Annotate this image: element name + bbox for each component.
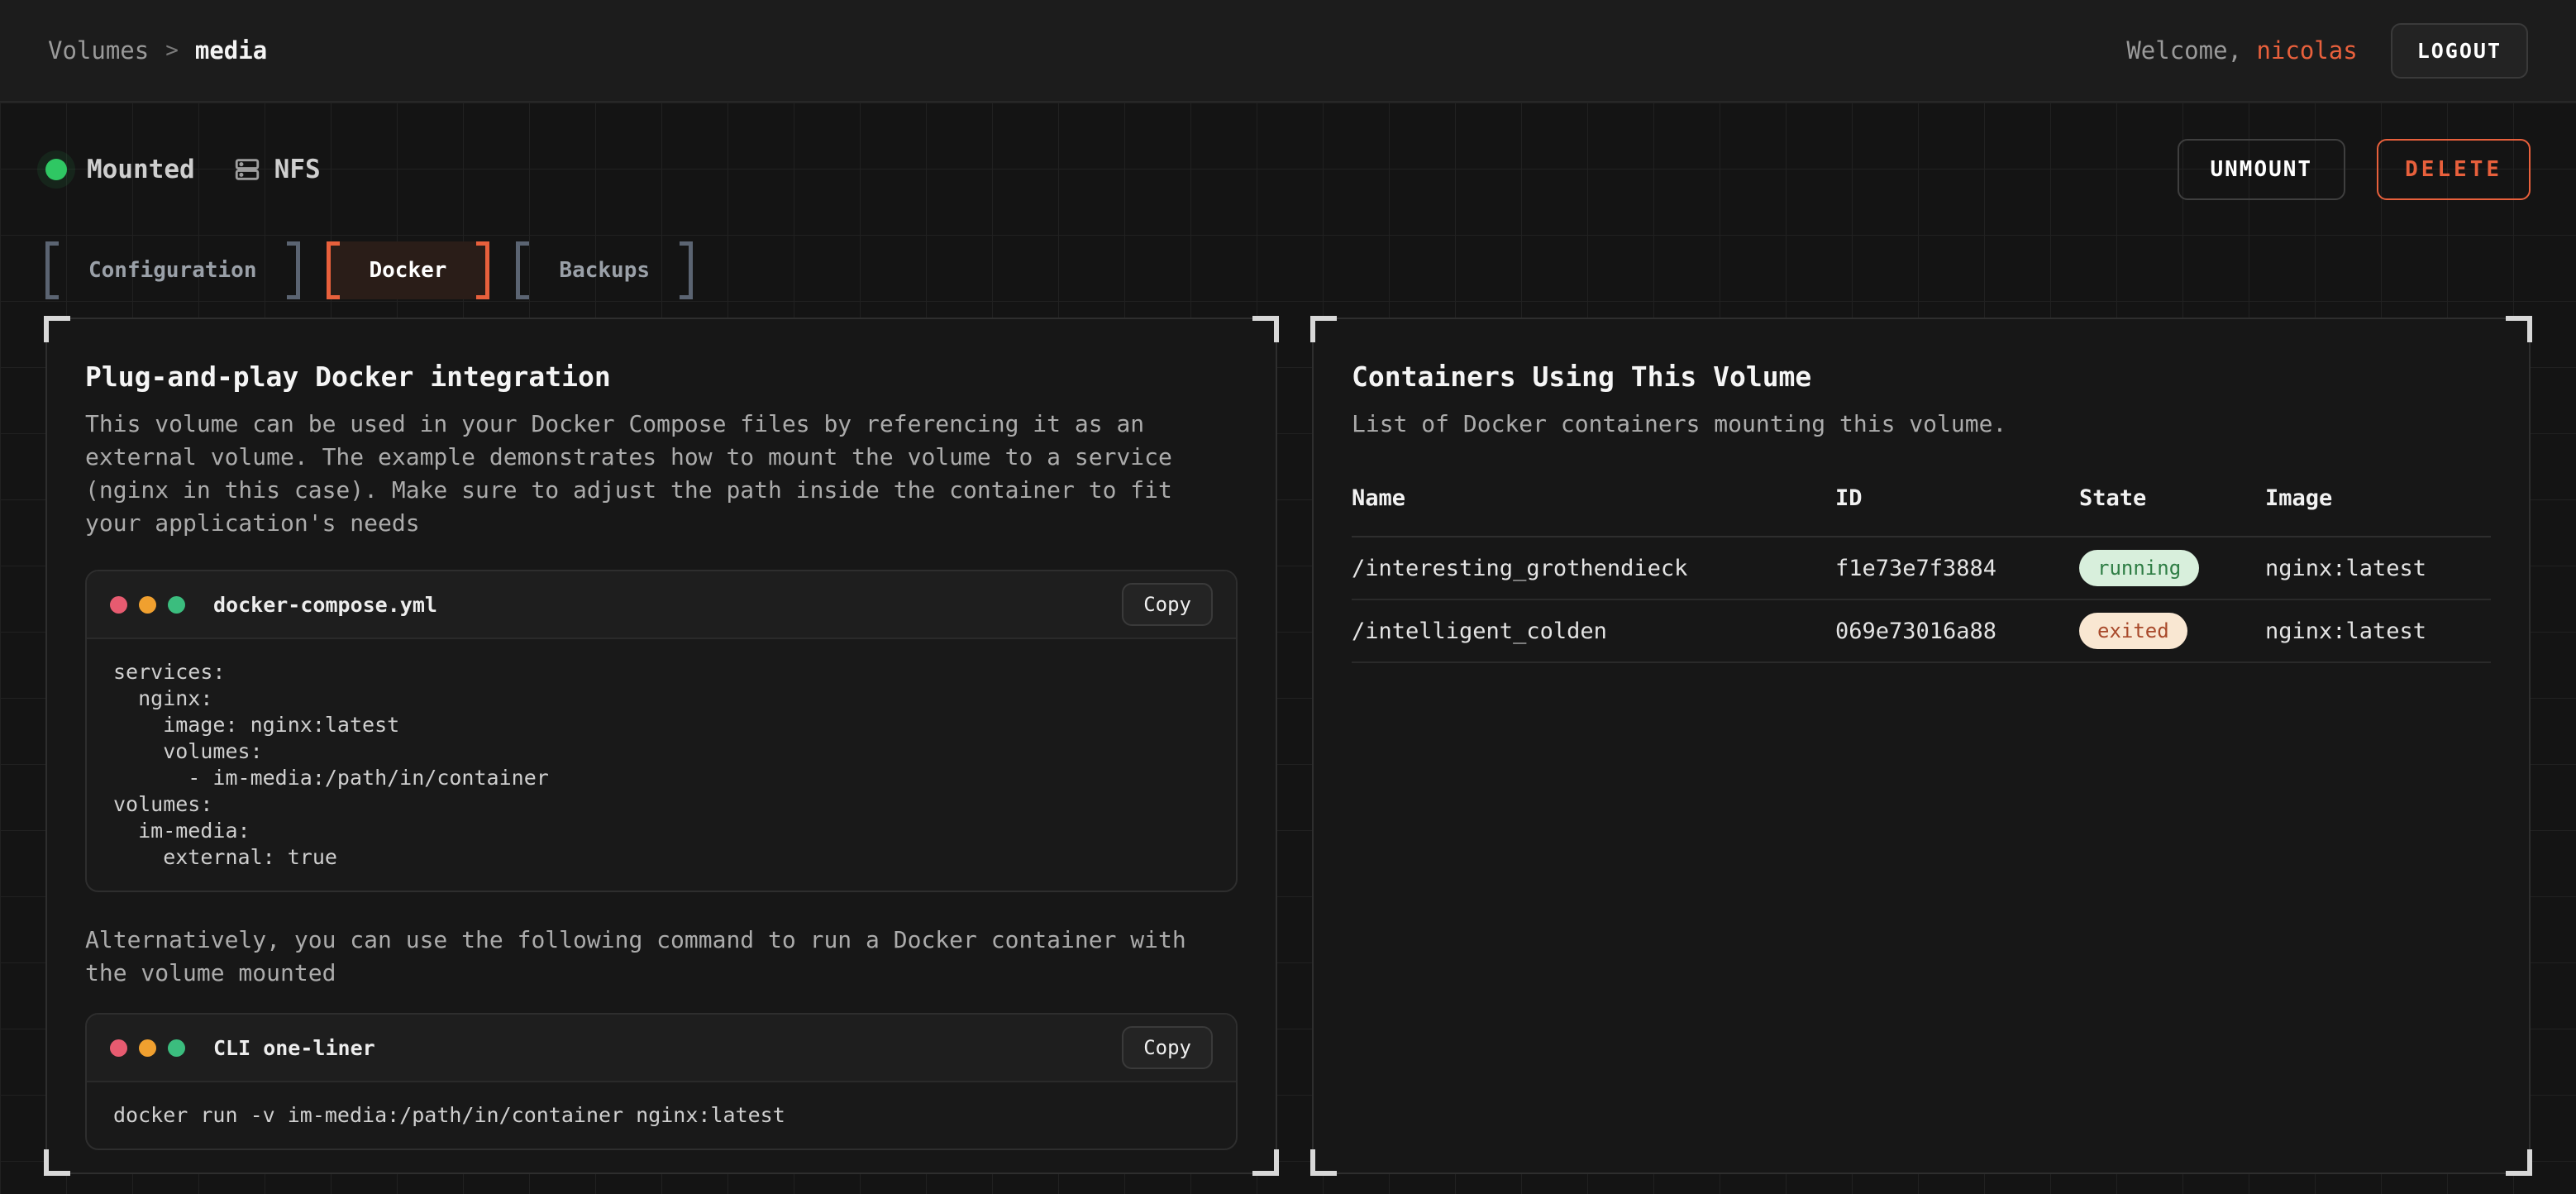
delete-button[interactable]: DELETE — [2377, 139, 2531, 200]
container-id: 069e73016a88 — [1835, 618, 2079, 644]
topbar-right: Welcome, nicolas LOGOUT — [2126, 23, 2528, 79]
table-row: /interesting_grothendieck f1e73e7f3884 r… — [1352, 537, 2491, 600]
username: nicolas — [2256, 36, 2357, 64]
corner-bracket-icon — [1252, 316, 1279, 342]
containers-panel-subtitle: List of Docker containers mounting this … — [1352, 408, 2459, 441]
cli-intro-text: Alternatively, you can use the following… — [85, 924, 1193, 990]
container-id: f1e73e7f3884 — [1835, 556, 2079, 581]
breadcrumb-volumes-link[interactable]: Volumes — [48, 36, 149, 64]
window-dot-green-icon — [168, 1039, 185, 1057]
container-state: running — [2079, 550, 2265, 586]
container-image: nginx:latest — [2265, 618, 2491, 644]
mounted-status-label: Mounted — [87, 155, 195, 184]
compose-filename: docker-compose.yml — [213, 593, 437, 617]
bracket-left-icon — [516, 241, 529, 299]
window-dot-green-icon — [168, 596, 185, 614]
cli-code-content: docker run -v im-media:/path/in/containe… — [87, 1082, 1236, 1149]
cli-code-header: CLI one-liner Copy — [87, 1015, 1236, 1082]
compose-code-block: docker-compose.yml Copy services: nginx:… — [85, 570, 1238, 892]
breadcrumb-current-volume: media — [195, 36, 267, 64]
corner-bracket-icon — [44, 1149, 70, 1176]
containers-panel-title: Containers Using This Volume — [1352, 361, 2491, 393]
container-name: /interesting_grothendieck — [1352, 556, 1835, 581]
logout-button[interactable]: LOGOUT — [2391, 23, 2528, 79]
table-row: /intelligent_colden 069e73016a88 exited … — [1352, 600, 2491, 663]
window-dot-red-icon — [110, 1039, 127, 1057]
welcome-prefix: Welcome, — [2126, 36, 2256, 64]
top-bar: Volumes > media Welcome, nicolas LOGOUT — [0, 0, 2576, 103]
container-state: exited — [2079, 613, 2265, 649]
server-icon — [233, 155, 261, 184]
tab-configuration-label: Configuration — [59, 241, 287, 299]
window-dot-amber-icon — [139, 596, 156, 614]
corner-bracket-icon — [2506, 316, 2532, 342]
compose-code-header: docker-compose.yml Copy — [87, 571, 1236, 639]
tab-docker[interactable]: Docker — [327, 241, 490, 299]
panels-row: Plug-and-play Docker integration This vo… — [45, 318, 2531, 1174]
docker-panel-title: Plug-and-play Docker integration — [85, 361, 1238, 393]
tab-bar: Configuration Docker Backups — [45, 241, 2531, 299]
container-name: /intelligent_colden — [1352, 618, 1835, 644]
mounted-status-dot-icon — [45, 159, 67, 180]
unmount-button[interactable]: UNMOUNT — [2178, 139, 2346, 200]
tab-configuration[interactable]: Configuration — [45, 241, 300, 299]
welcome-message: Welcome, nicolas — [2126, 36, 2357, 64]
window-dot-red-icon — [110, 596, 127, 614]
tab-backups-label: Backups — [529, 241, 680, 299]
window-dots — [110, 596, 185, 614]
column-header-state: State — [2079, 485, 2265, 511]
container-image: nginx:latest — [2265, 556, 2491, 581]
compose-copy-button[interactable]: Copy — [1122, 583, 1213, 626]
tab-backups[interactable]: Backups — [516, 241, 693, 299]
status-badge-exited: exited — [2079, 613, 2187, 649]
column-header-name: Name — [1352, 485, 1835, 511]
corner-bracket-icon — [1310, 316, 1337, 342]
breadcrumb: Volumes > media — [48, 36, 267, 64]
bracket-right-icon — [476, 241, 489, 299]
main-content: Mounted NFS UNMOUNT DELETE Configuration… — [0, 141, 2576, 1174]
docker-integration-panel: Plug-and-play Docker integration This vo… — [45, 318, 1277, 1174]
window-dots — [110, 1039, 185, 1057]
cli-copy-button[interactable]: Copy — [1122, 1026, 1213, 1069]
action-buttons: UNMOUNT DELETE — [2178, 139, 2531, 200]
corner-bracket-icon — [44, 316, 70, 342]
bracket-right-icon — [287, 241, 300, 299]
bracket-left-icon — [327, 241, 340, 299]
tab-docker-label: Docker — [340, 241, 477, 299]
corner-bracket-icon — [1252, 1149, 1279, 1176]
table-header-row: Name ID State Image — [1352, 485, 2491, 537]
docker-panel-description: This volume can be used in your Docker C… — [85, 408, 1193, 540]
column-header-image: Image — [2265, 485, 2491, 511]
status-badge-running: running — [2079, 550, 2199, 586]
status-row: Mounted NFS UNMOUNT DELETE — [45, 141, 2531, 198]
bracket-right-icon — [680, 241, 693, 299]
volume-type-label: NFS — [274, 155, 321, 184]
breadcrumb-separator: > — [165, 38, 179, 63]
corner-bracket-icon — [1310, 1149, 1337, 1176]
containers-panel: Containers Using This Volume List of Doc… — [1312, 318, 2531, 1174]
compose-code-content: services: nginx: image: nginx:latest vol… — [87, 639, 1236, 891]
cli-filename: CLI one-liner — [213, 1036, 375, 1060]
cli-code-block: CLI one-liner Copy docker run -v im-medi… — [85, 1013, 1238, 1150]
corner-bracket-icon — [2506, 1149, 2532, 1176]
containers-table: Name ID State Image /interesting_grothen… — [1352, 485, 2491, 663]
column-header-id: ID — [1835, 485, 2079, 511]
bracket-left-icon — [45, 241, 59, 299]
window-dot-amber-icon — [139, 1039, 156, 1057]
